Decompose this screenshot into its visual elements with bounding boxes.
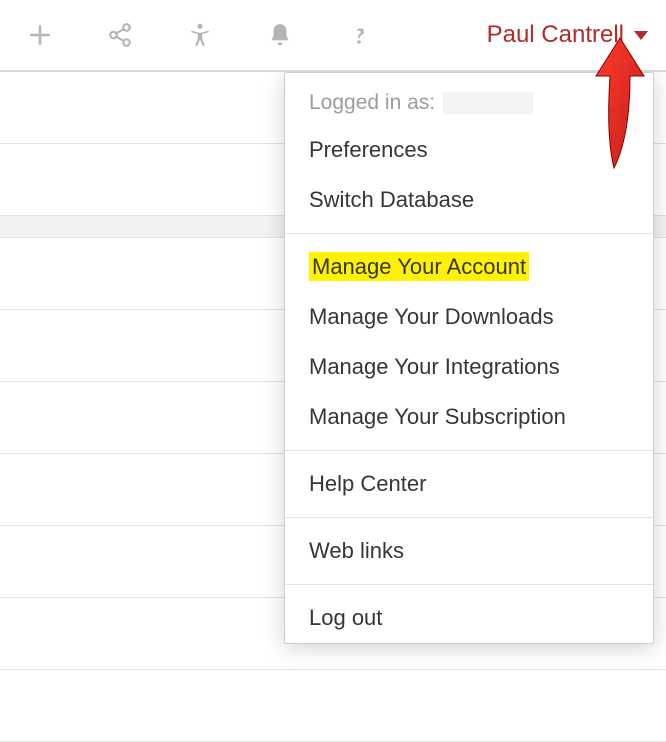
topbar: Paul Cantrell — [0, 0, 666, 72]
menu-item-log-out[interactable]: Log out — [285, 593, 653, 643]
chevron-down-icon — [634, 31, 648, 40]
menu-item-manage-downloads[interactable]: Manage Your Downloads — [285, 292, 653, 342]
menu-item-manage-account[interactable]: Manage Your Account — [285, 242, 653, 292]
menu-item-manage-subscription[interactable]: Manage Your Subscription — [285, 392, 653, 442]
menu-item-switch-database[interactable]: Switch Database — [285, 175, 653, 225]
add-button[interactable] — [10, 5, 70, 65]
help-button[interactable] — [330, 5, 390, 65]
menu-separator — [285, 584, 653, 585]
logged-in-header: Logged in as: — [285, 73, 653, 125]
share-button[interactable] — [90, 5, 150, 65]
menu-separator — [285, 450, 653, 451]
menu-item-web-links[interactable]: Web links — [285, 526, 653, 576]
user-dropdown: Logged in as: Preferences Switch Databas… — [284, 72, 654, 644]
menu-separator — [285, 233, 653, 234]
user-menu-trigger[interactable]: Paul Cantrell — [487, 21, 648, 49]
accessibility-button[interactable] — [170, 5, 230, 65]
menu-item-manage-integrations[interactable]: Manage Your Integrations — [285, 342, 653, 392]
menu-separator — [285, 517, 653, 518]
menu-item-preferences[interactable]: Preferences — [285, 125, 653, 175]
notifications-button[interactable] — [250, 5, 310, 65]
user-name: Paul Cantrell — [487, 21, 624, 49]
logged-in-value-redacted — [443, 92, 533, 114]
menu-item-help-center[interactable]: Help Center — [285, 459, 653, 509]
logged-in-label: Logged in as: — [309, 91, 435, 115]
